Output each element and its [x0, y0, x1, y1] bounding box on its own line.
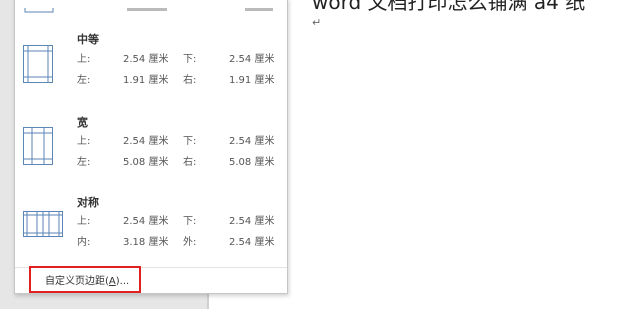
document-title: word 文档打印怎么铺满 a4 纸 [312, 0, 586, 14]
preset-name: 宽 [77, 116, 88, 129]
bottom-label: 下: [183, 216, 197, 227]
bottom-value: 2.54 厘米 [229, 54, 275, 65]
custom-margins-button[interactable]: 自定义页边距(A)... [29, 266, 141, 293]
preset-name: 中等 [77, 33, 99, 46]
top-label: 上: [77, 54, 91, 65]
outside-label: 外: [183, 237, 197, 248]
wide-margin-icon [23, 127, 53, 165]
bottom-value: 2.54 厘米 [229, 216, 275, 227]
margin-preset-mirrored[interactable]: 对称 上: 2.54 厘米 下: 2.54 厘米 内: 3.18 厘米 外: 2… [15, 194, 287, 266]
mirrored-margin-icon [23, 211, 63, 237]
previous-preset-fragment [15, 0, 287, 13]
left-value: 1.91 厘米 [123, 75, 169, 86]
margin-preset-wide[interactable]: 宽 上: 2.54 厘米 下: 2.54 厘米 左: 5.08 厘米 右: 5.… [15, 114, 287, 186]
bottom-value: 2.54 厘米 [229, 136, 275, 147]
paragraph-mark: ↵ [312, 16, 322, 29]
previous-preset-icon-fragment [24, 0, 273, 13]
outside-value: 2.54 厘米 [229, 237, 275, 248]
margin-preset-medium[interactable]: 中等 上: 2.54 厘米 下: 2.54 厘米 左: 1.91 厘米 右: 1… [15, 31, 287, 103]
left-value: 5.08 厘米 [123, 157, 169, 168]
inside-value: 3.18 厘米 [123, 237, 169, 248]
left-label: 左: [77, 157, 91, 168]
inside-label: 内: [77, 237, 91, 248]
bottom-label: 下: [183, 54, 197, 65]
left-label: 左: [77, 75, 91, 86]
preset-name: 对称 [77, 196, 99, 209]
top-value: 2.54 厘米 [123, 54, 169, 65]
right-value: 1.91 厘米 [229, 75, 275, 86]
top-label: 上: [77, 136, 91, 147]
top-value: 2.54 厘米 [123, 136, 169, 147]
medium-margin-icon [23, 45, 53, 83]
custom-margins-label: 自定义页边距(A)... [45, 276, 130, 287]
top-label: 上: [77, 216, 91, 227]
top-value: 2.54 厘米 [123, 216, 169, 227]
margins-dropdown: 中等 上: 2.54 厘米 下: 2.54 厘米 左: 1.91 厘米 右: 1… [14, 0, 288, 294]
bottom-label: 下: [183, 136, 197, 147]
right-label: 右: [183, 75, 197, 86]
right-label: 右: [183, 157, 197, 168]
right-value: 5.08 厘米 [229, 157, 275, 168]
